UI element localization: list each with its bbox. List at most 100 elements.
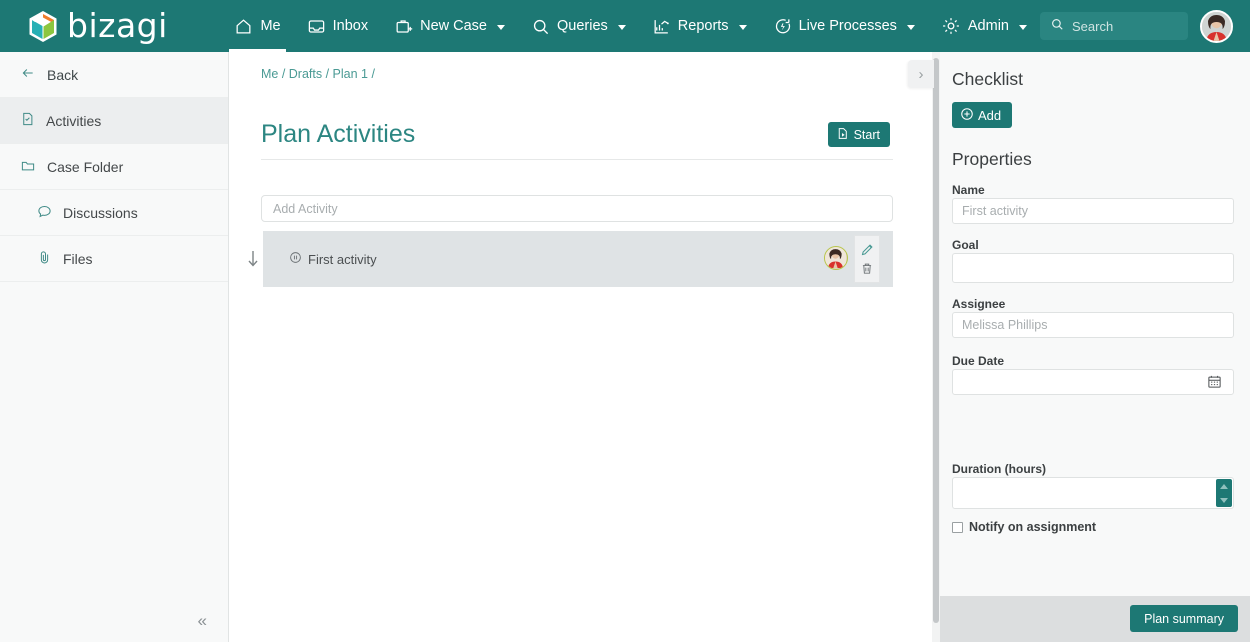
activity-assignee-avatar[interactable] <box>824 246 848 270</box>
stepper-down-icon[interactable] <box>1220 497 1228 503</box>
nav-label: New Case <box>420 18 487 34</box>
breadcrumb[interactable]: Me / Drafts / Plan 1 / <box>261 67 375 81</box>
checkbox-box[interactable] <box>952 521 963 533</box>
sidebar-item-label: Files <box>63 250 93 267</box>
properties-heading: Properties <box>952 149 1032 169</box>
start-button-label: Start <box>853 127 880 142</box>
chevron-down-icon <box>1019 24 1027 30</box>
nav-item-inbox[interactable]: Inbox <box>294 0 381 52</box>
right-panel-toggle-button[interactable]: › <box>908 60 934 88</box>
title-divider <box>261 159 893 160</box>
field-label-due-date: Due Date <box>952 354 1005 368</box>
plan-summary-button[interactable]: Plan summary <box>1130 605 1238 632</box>
start-doc-play-icon <box>836 127 849 143</box>
sidebar-collapse-button[interactable]: « <box>0 600 229 642</box>
nav-item-me[interactable]: Me <box>221 0 293 52</box>
left-sidebar: Back Activities Case Folder Discussions … <box>0 52 229 642</box>
field-label-assignee: Assignee <box>952 297 1006 311</box>
top-navigation-bar: bizagi Me Inbox New Case Queries Reports… <box>0 0 1250 52</box>
nav-right-group: Search <box>1040 9 1250 43</box>
activity-row-actions <box>854 235 880 283</box>
sidebar-item-activities[interactable]: Activities <box>0 98 228 144</box>
name-field[interactable] <box>952 198 1234 224</box>
duration-stepper[interactable] <box>1216 479 1232 507</box>
search-placeholder: Search <box>1072 18 1114 34</box>
sidebar-item-label: Back <box>47 66 79 83</box>
activity-name-label: First activity <box>308 251 377 267</box>
nav-label: Queries <box>557 18 608 34</box>
activity-list-item[interactable]: First activity <box>263 231 893 287</box>
activity-name-wrap: First activity <box>289 251 377 267</box>
live-processes-icon <box>773 17 792 36</box>
trash-icon[interactable] <box>860 261 874 276</box>
search-icon <box>531 17 550 36</box>
pencil-icon[interactable] <box>860 242 875 257</box>
field-label-goal: Goal <box>952 238 979 252</box>
right-panel: Checklist Add Properties Name Goal Assig… <box>940 52 1250 642</box>
nav-item-new-case[interactable]: New Case <box>381 0 518 52</box>
bizagi-hex-logo-icon <box>28 10 58 43</box>
add-checklist-button[interactable]: Add <box>952 102 1013 128</box>
reports-chart-icon <box>652 17 671 36</box>
inbox-icon <box>307 17 326 36</box>
nav-label: Me <box>260 18 281 34</box>
sidebar-item-back[interactable]: Back <box>0 52 228 98</box>
due-date-field[interactable] <box>952 369 1234 395</box>
brand-name: bizagi <box>67 5 168 45</box>
assignee-field[interactable] <box>952 312 1234 338</box>
sidebar-item-label: Case Folder <box>47 158 124 175</box>
sidebar-item-files[interactable]: Files <box>0 236 228 282</box>
chevron-down-icon <box>617 24 626 30</box>
sidebar-item-discussions[interactable]: Discussions <box>0 190 228 236</box>
nav-item-reports[interactable]: Reports <box>639 0 760 52</box>
double-chevron-left-icon: « <box>197 611 207 630</box>
paperclip-icon <box>37 249 52 268</box>
sidebar-item-label: Activities <box>46 112 102 129</box>
chevron-down-icon <box>906 24 915 30</box>
search-input[interactable]: Search <box>1040 12 1188 40</box>
notify-on-assignment-checkbox[interactable]: Notify on assignment <box>952 520 1096 534</box>
nav-item-queries[interactable]: Queries <box>518 0 639 52</box>
sidebar-item-label: Discussions <box>63 204 138 221</box>
checklist-heading: Checklist <box>952 69 1023 89</box>
stepper-up-icon[interactable] <box>1220 483 1228 489</box>
brand-logo[interactable]: bizagi <box>0 5 221 45</box>
chevron-right-icon: › <box>918 65 924 83</box>
duration-field[interactable] <box>952 477 1234 509</box>
home-icon <box>234 17 253 36</box>
checkbox-label: Notify on assignment <box>969 520 1097 534</box>
field-label-duration: Duration (hours) <box>952 462 1046 476</box>
main-content: Me / Drafts / Plan 1 / Plan Activities S… <box>230 52 932 642</box>
right-panel-footer: Plan summary <box>940 596 1250 642</box>
field-label-name: Name <box>952 183 985 197</box>
folder-icon <box>20 158 36 176</box>
plus-circle-icon <box>960 107 974 124</box>
nav-items: Me Inbox New Case Queries Reports Live P… <box>221 0 1040 52</box>
activity-drag-handle[interactable] <box>244 249 262 269</box>
goal-field[interactable] <box>952 253 1234 283</box>
arrow-left-icon <box>20 66 36 83</box>
gear-icon <box>941 16 961 36</box>
add-activity-input[interactable] <box>261 195 893 222</box>
start-button[interactable]: Start <box>827 122 890 147</box>
new-case-icon <box>394 17 413 36</box>
page-title: Plan Activities <box>261 120 416 148</box>
sidebar-item-case-folder[interactable]: Case Folder <box>0 144 228 190</box>
nav-label: Inbox <box>332 18 369 34</box>
chevron-down-icon <box>497 24 505 30</box>
add-button-label: Add <box>978 107 1002 123</box>
activities-doc-icon <box>20 111 35 130</box>
calendar-icon[interactable] <box>1207 374 1222 389</box>
chevron-down-icon <box>738 24 747 30</box>
search-icon <box>1050 17 1064 36</box>
pause-circle-icon <box>289 251 302 267</box>
comment-icon <box>37 204 52 222</box>
nav-item-admin[interactable]: Admin <box>928 0 1040 52</box>
main-scrollbar-thumb[interactable] <box>933 58 939 623</box>
nav-item-live-processes[interactable]: Live Processes <box>760 0 928 52</box>
right-panel-body: Checklist Add Properties Name Goal Assig… <box>940 52 1250 594</box>
nav-label: Reports <box>677 18 729 34</box>
nav-label: Live Processes <box>798 18 897 34</box>
nav-label: Admin <box>967 18 1009 34</box>
avatar[interactable] <box>1200 9 1233 43</box>
